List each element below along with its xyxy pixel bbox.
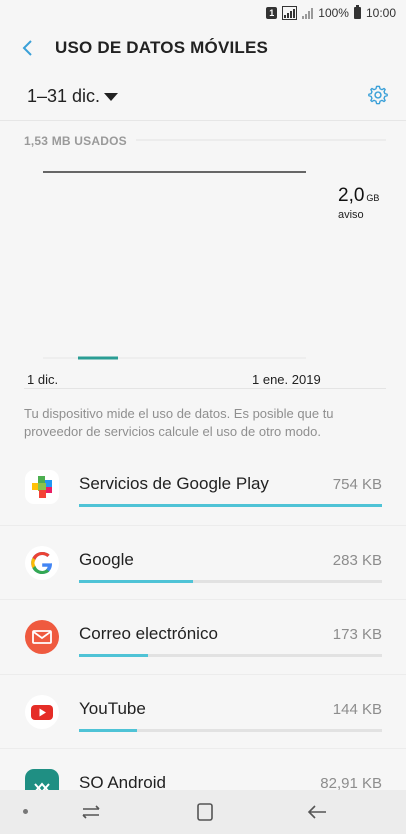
- screen: 1 100% 10:00 USO DE DATOS MÓVILES 1–31 d…: [0, 0, 406, 834]
- app-header: USO DE DATOS MÓVILES: [0, 26, 406, 72]
- app-data-size: 173 KB: [332, 626, 382, 643]
- home-icon[interactable]: [195, 802, 215, 822]
- app-name: Correo electrónico: [79, 624, 218, 643]
- nav-dot-icon[interactable]: [23, 809, 28, 814]
- back-icon[interactable]: [306, 802, 328, 822]
- divider: [24, 388, 386, 389]
- warning-value[interactable]: 2,0 GB: [338, 185, 379, 207]
- youtube-icon: [25, 694, 59, 729]
- usage-bar-fill: [79, 579, 193, 583]
- usage-bar-track: [79, 579, 382, 583]
- usage-bar-track: [79, 654, 382, 657]
- list-item[interactable]: Google 283 KB: [0, 524, 406, 600]
- signal-secondary-icon: [302, 7, 314, 19]
- app-data-size: 283 KB: [332, 551, 382, 569]
- period-label: 1–31 dic.: [27, 86, 101, 106]
- navigation-bar: [0, 790, 406, 834]
- app-data-size: 144 KB: [332, 700, 382, 718]
- list-item[interactable]: Servicios de Google Play 754 KB: [0, 450, 406, 525]
- usage-bar-track: [79, 504, 382, 507]
- list-item[interactable]: Correo electrónico 173 KB: [0, 599, 406, 674]
- end-date: 1 ene. 2019: [252, 372, 321, 387]
- warning-amount: 2,0: [338, 185, 365, 206]
- dropdown-caret-icon: [104, 93, 118, 101]
- recent-apps-icon[interactable]: [80, 802, 102, 822]
- google-play-services-icon: [25, 470, 59, 504]
- status-bar: 1 100% 10:00: [0, 0, 406, 26]
- usage-note: Tu dispositivo mide el uso de datos. Es …: [24, 406, 334, 439]
- warning-label: aviso: [338, 209, 364, 221]
- app-usage-list: Servicios de Google Play 754 KB Google 2…: [0, 450, 406, 823]
- period-selector[interactable]: 1–31 dic.: [0, 78, 406, 114]
- used-label: 1,53 MB USADOS: [24, 134, 127, 148]
- battery-icon: [353, 5, 361, 19]
- usage-chart: [43, 139, 386, 360]
- google-icon: [25, 545, 59, 580]
- battery-percent: 100%: [318, 6, 349, 20]
- sim-icon: 1: [266, 7, 278, 19]
- page-title: USO DE DATOS MÓVILES: [55, 38, 269, 57]
- usage-bar-fill: [79, 728, 137, 732]
- app-name: Google: [79, 549, 134, 569]
- app-name: YouTube: [79, 698, 146, 718]
- clock: 10:00: [365, 6, 396, 20]
- app-data-size: 754 KB: [332, 476, 382, 493]
- list-item[interactable]: YouTube 144 KB: [0, 673, 406, 749]
- app-name: Servicios de Google Play: [79, 474, 269, 493]
- usage-bar-fill: [79, 654, 149, 657]
- back-arrow-icon[interactable]: [16, 36, 40, 60]
- usage-bar-fill: [79, 504, 382, 507]
- signal-icon: [282, 6, 298, 20]
- email-icon: [25, 620, 59, 654]
- divider: [0, 120, 406, 121]
- gear-icon[interactable]: [367, 84, 389, 106]
- warning-unit: GB: [366, 193, 380, 203]
- start-date: 1 dic.: [27, 372, 59, 387]
- usage-bar-track: [79, 728, 382, 732]
